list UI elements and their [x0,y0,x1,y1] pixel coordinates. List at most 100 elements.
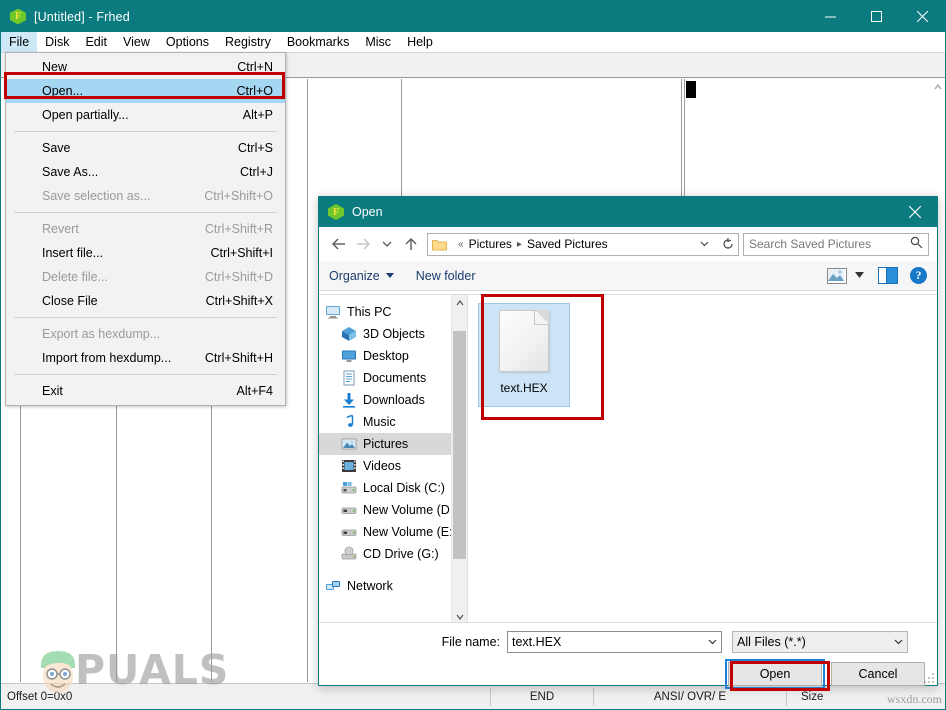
file-type-chevron-down-icon[interactable] [894,637,903,648]
nav-item-desktop[interactable]: Desktop [319,345,451,367]
nav-item-cd-drive-g[interactable]: CD Drive (G:) [319,543,451,565]
nav-item-music[interactable]: Music [319,411,451,433]
view-mode-icon[interactable] [827,267,847,284]
nav-item-new-volume-d[interactable]: New Volume (D:) [319,499,451,521]
recent-locations-chevron-down-icon[interactable] [375,232,399,256]
breadcrumb-item-1[interactable]: Saved Pictures [527,237,608,251]
nav-item-pictures[interactable]: Pictures [319,433,451,455]
nav-item-this-pc[interactable]: This PC [319,301,451,323]
menubar-item-file[interactable]: File [1,32,38,52]
navigation-pane-scrollbar[interactable] [451,295,467,625]
search-input[interactable]: Search Saved Pictures [743,232,929,256]
nav-scroll-thumb[interactable] [453,331,466,559]
up-arrow-icon[interactable] [399,232,423,256]
menu-item-open[interactable]: Open... Ctrl+O [6,79,285,103]
status-offset: Offset 0=0x0 [7,690,73,703]
address-bar[interactable]: « Pictures ▸ Saved Pictures [427,232,718,256]
menubar-item-registry[interactable]: Registry [217,32,279,52]
screen-root: F [Untitled] - Frhed File Disk Edit View Opt… [0,0,946,710]
forward-arrow-icon[interactable] [351,232,375,256]
menu-item-accelerator: Ctrl+N [237,60,273,74]
organize-button[interactable]: Organize [329,269,394,283]
dialog-icon-letter: F [332,206,340,218]
dialog-footer: File name: text.HEX All Files (*.*) Open… [319,622,937,689]
new-folder-label: New folder [415,268,476,283]
drive-icon [341,524,357,540]
menubar-item-view[interactable]: View [115,32,158,52]
main-window-title: [Untitled] - Frhed [34,9,130,24]
dialog-close-icon[interactable] [893,197,937,227]
close-icon[interactable] [899,1,945,32]
file-list-pane[interactable]: text.HEX [467,295,937,625]
nav-item-local-disk-c[interactable]: Local Disk (C:) [319,477,451,499]
nav-item-documents[interactable]: Documents [319,367,451,389]
view-mode-chevron-down-icon[interactable] [855,271,864,280]
menu-item-accelerator: Ctrl+Shift+D [204,270,273,284]
navigation-pane[interactable]: This PC 3D Objects Desktop Documents Downloa… [319,295,451,625]
file-name-input[interactable]: text.HEX [507,631,722,653]
refresh-icon[interactable] [717,232,739,256]
menu-item-delete-file: Delete file... Ctrl+Shift+D [6,265,285,289]
menu-item-new[interactable]: New Ctrl+N [6,55,285,79]
nav-item-downloads[interactable]: Downloads [319,389,451,411]
menu-item-accelerator: Ctrl+Shift+I [210,246,273,260]
nav-item-3d-objects[interactable]: 3D Objects [319,323,451,345]
menu-item-accelerator: Alt+F4 [236,384,273,398]
menu-item-accelerator: Ctrl+O [236,84,273,98]
nav-item-label: CD Drive (G:) [363,547,439,561]
scroll-up-icon[interactable] [930,79,945,94]
back-arrow-icon[interactable] [327,232,351,256]
cancel-button[interactable]: Cancel [831,662,925,686]
resize-grip[interactable] [923,671,935,683]
menu-item-exit[interactable]: Exit Alt+F4 [6,379,285,403]
nav-item-videos[interactable]: Videos [319,455,451,477]
menubar-item-edit[interactable]: Edit [77,32,115,52]
maximize-icon[interactable] [853,1,899,32]
menu-item-accelerator: Ctrl+Shift+H [204,351,273,365]
nav-item-new-volume-e[interactable]: New Volume (E:) [319,521,451,543]
nav-item-network[interactable]: Network [319,575,451,597]
nav-item-label: Downloads [363,393,425,407]
nav-scroll-up-icon[interactable] [452,295,467,311]
cd-drive-icon [341,546,357,562]
search-icon [910,236,923,252]
nav-item-label: Documents [363,371,427,385]
menubar-item-disk[interactable]: Disk [37,32,77,52]
file-dropdown-menu[interactable]: New Ctrl+N Open... Ctrl+O Open partially... A… [5,52,286,406]
breadcrumb-separator: ▸ [516,238,522,250]
breadcrumb-item-0[interactable]: Pictures [469,237,512,251]
desktop-icon [341,348,357,364]
new-folder-button[interactable]: New folder [416,269,476,283]
menu-item-save-as[interactable]: Save As... Ctrl+J [6,160,285,184]
nav-item-label: 3D Objects [363,327,425,341]
menu-item-import-from-hexdump[interactable]: Import from hexdump... Ctrl+Shift+H [6,346,285,370]
menubar-item-bookmarks[interactable]: Bookmarks [279,32,358,52]
menu-item-save[interactable]: Save Ctrl+S [6,136,285,160]
status-mode: ANSI/ OVR/ E [653,690,727,703]
file-name-chevron-down-icon[interactable] [708,637,717,648]
menu-item-open-partially[interactable]: Open partially... Alt+P [6,103,285,127]
nav-scroll-track[interactable] [452,311,467,609]
dialog-toolbar-right-group: ? [827,267,927,284]
minimize-icon[interactable] [807,1,853,32]
menubar-item-options[interactable]: Options [158,32,217,52]
file-name-label: File name: [441,635,500,649]
preview-pane-icon[interactable] [878,267,898,284]
file-item-label: text.HEX [500,381,548,395]
file-type-value: All Files (*.*) [737,635,806,649]
nav-item-label: Videos [363,459,401,473]
file-type-filter-select[interactable]: All Files (*.*) [732,631,908,653]
menu-item-close-file[interactable]: Close File Ctrl+Shift+X [6,289,285,313]
menubar-item-help[interactable]: Help [399,32,441,52]
frhed-hex-icon: F [10,8,26,25]
nav-item-label: Local Disk (C:) [363,481,445,495]
file-item[interactable]: text.HEX [478,303,570,407]
documents-icon [341,370,357,386]
menu-item-label: New [42,60,68,74]
address-chevron-down-icon[interactable] [696,239,713,250]
nav-item-label: Network [347,579,393,593]
open-button[interactable]: Open [725,659,825,689]
help-icon[interactable]: ? [910,267,927,284]
menu-item-insert-file[interactable]: Insert file... Ctrl+Shift+I [6,241,285,265]
menubar-item-misc[interactable]: Misc [357,32,399,52]
